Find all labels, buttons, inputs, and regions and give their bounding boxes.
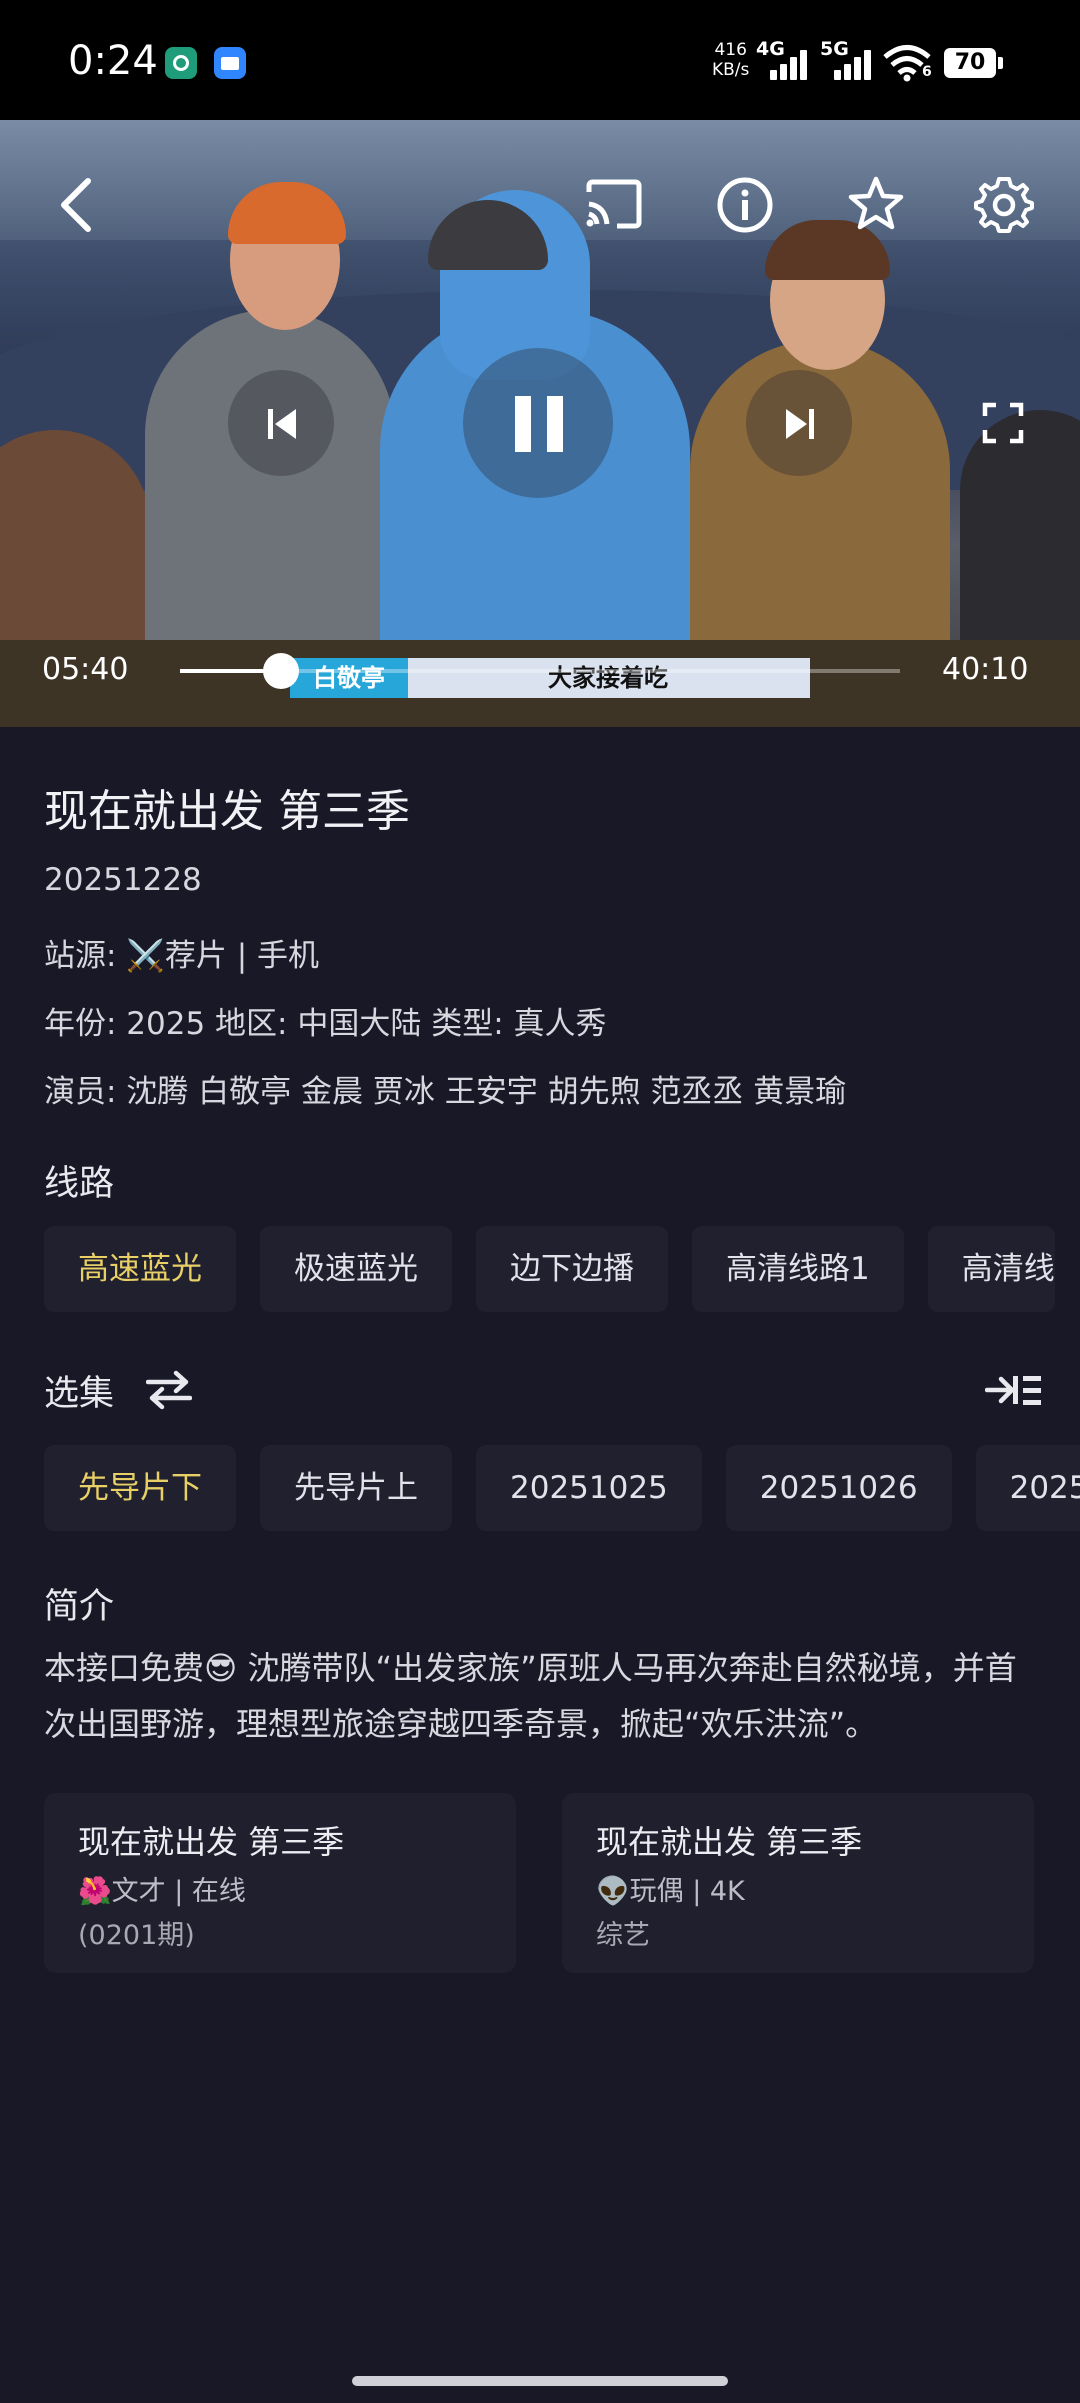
wifi-sim-index: 6: [922, 64, 932, 80]
route-chip[interactable]: 高速蓝光: [44, 1226, 236, 1312]
route-chip[interactable]: 边下边播: [476, 1226, 668, 1312]
routes-list: 高速蓝光 极速蓝光 边下边播 高清线路1 高清线: [44, 1226, 1055, 1312]
app-notification-icon: [165, 47, 197, 79]
synopsis-heading: 简介: [44, 1587, 115, 1627]
route-chip[interactable]: 高清线: [927, 1226, 1055, 1312]
skip-previous-icon: [268, 409, 296, 439]
episode-chip[interactable]: 20251: [975, 1445, 1080, 1531]
seek-thumb[interactable]: [262, 653, 299, 689]
status-time: 0:24: [68, 38, 158, 84]
routes-heading: 线路: [44, 1164, 115, 1204]
pause-button[interactable]: [463, 348, 613, 498]
gear-icon[interactable]: [974, 175, 1034, 235]
swap-order-icon[interactable]: [146, 1370, 192, 1410]
video-date: 20251228: [44, 862, 202, 898]
episode-chip[interactable]: 20251025: [476, 1445, 702, 1531]
skip-previous-button[interactable]: [228, 370, 334, 476]
pause-icon: [515, 396, 563, 452]
synopsis-text: 本接口免费😎 沈腾带队“出发家族”原班人马再次奔赴自然秘境，并首次出国野游，理想…: [44, 1649, 1017, 1743]
battery-icon: 70: [944, 48, 1003, 78]
episode-chip[interactable]: 先导片下: [44, 1445, 236, 1531]
network-speed: 416 KB/s: [712, 40, 749, 80]
video-title: 现在就出发 第三季: [44, 786, 410, 837]
network-speed-unit: KB/s: [712, 60, 750, 80]
current-time: 05:40: [42, 652, 129, 687]
route-chip[interactable]: 极速蓝光: [260, 1226, 452, 1312]
network-speed-value: 416: [714, 40, 747, 60]
episode-chip[interactable]: 先导片上: [260, 1445, 452, 1531]
source-line: 站源: ⚔️荐片 | 手机: [44, 938, 320, 974]
expand-list-icon[interactable]: [985, 1370, 1043, 1410]
episodes-list: 先导片下 先导片上 20251025 20251026 20251: [44, 1445, 1080, 1531]
related-remark: 综艺: [596, 1920, 650, 1951]
video-player[interactable]: 白敬亭 大家接着吃 05:40 40:10: [0, 120, 1080, 727]
subtitle-speaker-tag: 白敬亭: [290, 658, 408, 698]
signal-icon-2: [834, 46, 878, 80]
related-card[interactable]: 现在就出发 第三季 👽玩偶 | 4K 综艺: [562, 1793, 1034, 1973]
home-indicator[interactable]: [352, 2376, 728, 2386]
back-arrow-icon[interactable]: [52, 175, 100, 235]
meta-line: 年份: 2025 地区: 中国大陆 类型: 真人秀: [44, 1006, 607, 1042]
skip-next-icon: [786, 409, 814, 439]
episode-chip[interactable]: 20251026: [725, 1445, 952, 1531]
status-bar: 0:24 416 KB/s 4G 5G 6 70: [0, 0, 1080, 120]
info-icon[interactable]: [716, 176, 774, 234]
fullscreen-icon[interactable]: [982, 402, 1024, 444]
related-remark: (0201期): [78, 1920, 195, 1951]
cast-icon[interactable]: [583, 178, 645, 230]
cast-line: 演员: 沈腾 白敬亭 金晨 贾冰 王安宇 胡先煦 范丞丞 黄景瑜: [44, 1074, 847, 1110]
related-title: 现在就出发 第三季: [596, 1823, 863, 1861]
related-title: 现在就出发 第三季: [78, 1823, 345, 1861]
skip-next-button[interactable]: [746, 370, 852, 476]
related-source: 🌺文才 | 在线: [78, 1876, 246, 1907]
episodes-heading: 选集: [44, 1374, 115, 1414]
message-notification-icon: [214, 47, 246, 79]
star-icon[interactable]: [846, 175, 906, 233]
total-time: 40:10: [942, 652, 1029, 687]
signal-icon-1: [770, 46, 814, 80]
subtitle-text: 大家接着吃: [548, 664, 668, 692]
route-chip[interactable]: 高清线路1: [692, 1226, 904, 1312]
related-source: 👽玩偶 | 4K: [596, 1876, 745, 1907]
related-card[interactable]: 现在就出发 第三季 🌺文才 | 在线 (0201期): [44, 1793, 516, 1973]
